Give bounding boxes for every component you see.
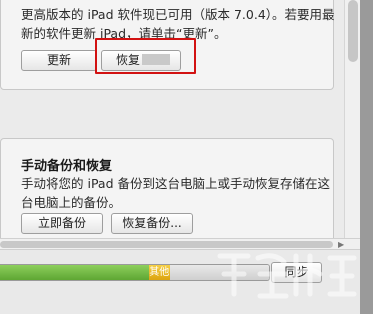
window-edge [360,0,373,314]
capacity-other-label: 其他 [149,267,170,278]
watermark-logo [217,253,357,299]
manual-backup-panel: 手动备份和恢复 手动将您的 iPad 备份到这台电脑上或手动恢复存储在这 台电脑… [0,138,334,238]
update-button[interactable]: 更新 [21,50,97,71]
vertical-scrollbar-thumb[interactable] [348,0,358,62]
vertical-scrollbar[interactable] [344,0,360,238]
update-description-line-1: 更高版本的 iPad 软件现已可用（版本 7.0.4）。若要用最 [21,7,335,22]
red-highlight-box [95,38,196,74]
restore-backup-button[interactable]: 恢复备份... [111,213,193,234]
backup-description-line-1: 手动将您的 iPad 备份到这台电脑上或手动恢复存储在这 [21,176,330,191]
backup-description: 手动将您的 iPad 备份到这台电脑上或手动恢复存储在这 台电脑上的备份。 [21,174,330,212]
content-scroll-area: 更高版本的 iPad 软件现已可用（版本 7.0.4）。若要用最 新的软件更新 … [0,0,344,238]
backup-description-line-2: 台电脑上的备份。 [21,195,122,210]
capacity-other-segment: 其他 [148,265,171,280]
backup-heading: 手动备份和恢复 [21,159,113,174]
backup-now-button[interactable]: 立即备份 [21,213,103,234]
capacity-apps-segment [0,265,149,280]
